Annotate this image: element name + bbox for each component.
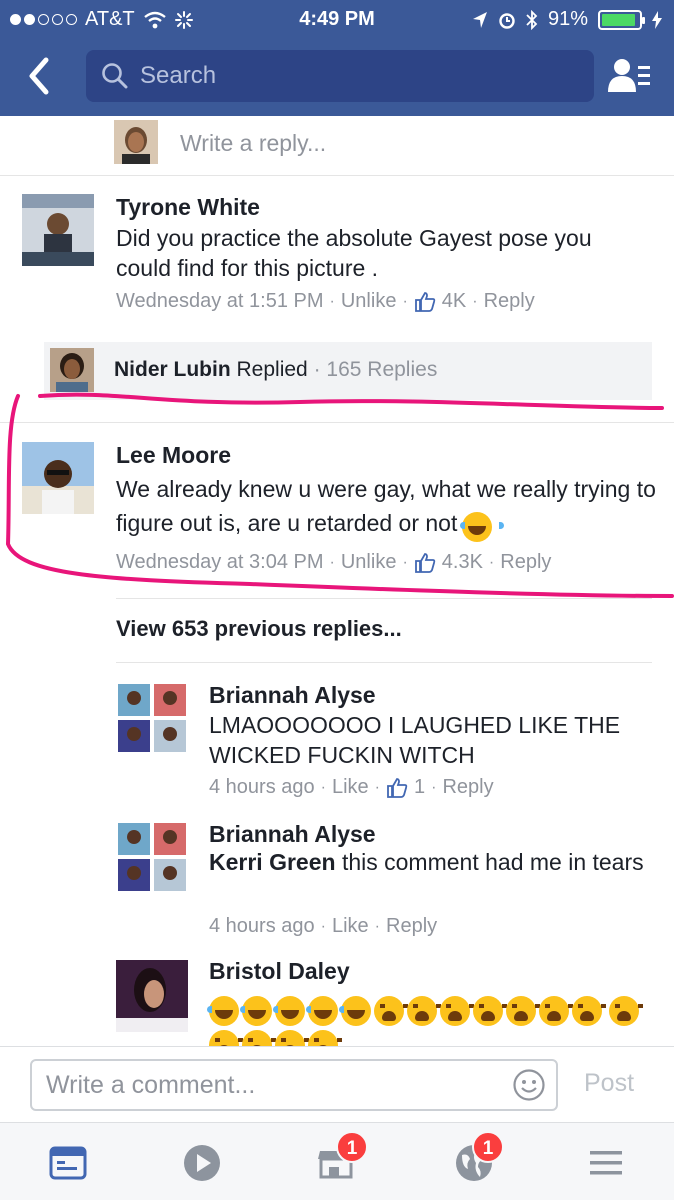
search-bar[interactable]: Search bbox=[86, 50, 594, 102]
reply-meta: 4 hours ago · Like · Reply bbox=[209, 915, 438, 938]
comment-input-placeholder: Write a comment... bbox=[46, 1071, 256, 1099]
reply-time[interactable]: 4 hours ago bbox=[209, 776, 315, 799]
comment-composer: Write a comment... Post bbox=[0, 1046, 674, 1122]
thumbs-up-icon bbox=[387, 777, 408, 798]
tab-bar: 1 1 bbox=[0, 1122, 674, 1200]
battery-icon bbox=[598, 9, 645, 30]
notifications-badge: 1 bbox=[472, 1131, 504, 1163]
app-root: AT&T 4:49 PM 91% Search Write a reply...… bbox=[0, 0, 674, 1200]
reply-button[interactable]: Reply bbox=[386, 915, 437, 938]
tab-menu[interactable] bbox=[584, 1141, 628, 1185]
emoji-row bbox=[207, 994, 649, 1046]
comment: Tyrone White Did you practice the absolu… bbox=[0, 176, 674, 336]
reply: Briannah Alyse Kerri Green this comment … bbox=[0, 815, 674, 945]
tab-marketplace[interactable]: 1 bbox=[314, 1131, 368, 1185]
divider bbox=[116, 598, 652, 599]
marketplace-badge: 1 bbox=[336, 1131, 368, 1163]
friend-requests-icon bbox=[608, 59, 650, 92]
thumbs-up-icon bbox=[414, 291, 435, 312]
tears-of-joy-icon bbox=[240, 995, 284, 1026]
comment-meta: Wednesday at 1:51 PM · Unlike · 4K · Rep… bbox=[116, 290, 535, 313]
tagged-user-link[interactable]: Kerri Green bbox=[209, 849, 336, 875]
weary-face-icon bbox=[572, 995, 606, 1026]
play-icon bbox=[184, 1145, 220, 1181]
reply-author[interactable]: Bristol Daley bbox=[209, 958, 350, 985]
tears-of-joy-icon bbox=[306, 995, 350, 1026]
weary-face-icon bbox=[308, 1029, 342, 1046]
write-reply-row[interactable]: Write a reply... bbox=[0, 116, 674, 176]
bluetooth-icon bbox=[526, 9, 538, 30]
search-placeholder: Search bbox=[140, 62, 217, 89]
avatar[interactable] bbox=[22, 194, 94, 266]
battery-percent: 91% bbox=[547, 8, 588, 30]
unlike-button[interactable]: Unlike bbox=[341, 290, 397, 313]
hamburger-menu-icon bbox=[590, 1151, 622, 1175]
weary-face-icon bbox=[242, 1029, 276, 1046]
weary-face-icon bbox=[209, 1029, 243, 1046]
friend-requests-button[interactable] bbox=[606, 56, 654, 96]
tab-news-feed[interactable] bbox=[46, 1141, 90, 1185]
reply-button[interactable]: Reply bbox=[442, 776, 493, 799]
comment-text: Did you practice the absolute Gayest pos… bbox=[116, 225, 592, 281]
write-reply-placeholder: Write a reply... bbox=[180, 130, 327, 156]
tab-video[interactable] bbox=[180, 1141, 224, 1185]
weary-face-icon bbox=[440, 995, 474, 1026]
weary-face-icon bbox=[275, 1029, 309, 1046]
charging-bolt-icon bbox=[652, 10, 662, 29]
reply-text: LMAOOOOOOO I LAUGHED LIKE THE WICKED FUC… bbox=[209, 712, 621, 768]
search-icon bbox=[102, 63, 128, 89]
replier-name: Nider Lubin bbox=[114, 358, 231, 381]
sticker-smiley-icon[interactable] bbox=[512, 1068, 546, 1102]
back-button[interactable] bbox=[22, 54, 58, 98]
view-previous-replies-link[interactable]: View 653 previous replies... bbox=[116, 616, 402, 642]
reply-author[interactable]: Briannah Alyse bbox=[209, 682, 376, 709]
header: AT&T 4:49 PM 91% Search bbox=[0, 0, 674, 116]
avatar[interactable] bbox=[116, 682, 188, 754]
reply-text: this comment had me in tears bbox=[341, 849, 644, 875]
like-button[interactable]: Like bbox=[332, 915, 369, 938]
like-count[interactable]: 1 bbox=[414, 776, 425, 799]
tears-of-joy-icon bbox=[273, 995, 317, 1026]
divider bbox=[116, 662, 652, 663]
reply-meta: 4 hours ago · Like · 1 · Reply bbox=[209, 776, 494, 799]
location-arrow-icon bbox=[472, 11, 487, 28]
avatar bbox=[114, 120, 158, 164]
reply: Bristol Daley bbox=[0, 954, 674, 1046]
avatar[interactable] bbox=[116, 821, 188, 893]
alarm-icon bbox=[499, 12, 515, 29]
comment-time[interactable]: Wednesday at 1:51 PM bbox=[116, 290, 324, 313]
weary-face-icon bbox=[407, 995, 441, 1026]
news-feed-icon bbox=[49, 1146, 87, 1180]
replied-label: Replied bbox=[236, 358, 308, 381]
tab-notifications[interactable]: 1 bbox=[452, 1131, 504, 1185]
like-count[interactable]: 4K bbox=[442, 290, 466, 313]
weary-face-icon bbox=[374, 995, 408, 1026]
avatar[interactable] bbox=[116, 960, 188, 1032]
weary-face-icon bbox=[473, 995, 507, 1026]
reply: Briannah Alyse LMAOOOOOOO I LAUGHED LIKE… bbox=[0, 676, 674, 806]
reply-button[interactable]: Reply bbox=[484, 290, 535, 313]
post-button[interactable]: Post bbox=[584, 1069, 634, 1098]
reply-author[interactable]: Briannah Alyse bbox=[209, 821, 376, 848]
weary-face-icon bbox=[539, 995, 573, 1026]
like-button[interactable]: Like bbox=[332, 776, 369, 799]
weary-face-icon bbox=[506, 995, 540, 1026]
chevron-left-icon bbox=[29, 57, 49, 95]
reply-time[interactable]: 4 hours ago bbox=[209, 915, 315, 938]
status-bar: AT&T 4:49 PM 91% bbox=[0, 0, 674, 38]
weary-face-icon bbox=[609, 995, 644, 1026]
reply-count: 165 Replies bbox=[326, 358, 438, 381]
comment-input[interactable]: Write a comment... bbox=[30, 1059, 558, 1111]
annotation-circle bbox=[5, 392, 674, 598]
comment-author[interactable]: Tyrone White bbox=[116, 194, 260, 221]
tears-of-joy-icon bbox=[339, 995, 383, 1026]
tears-of-joy-icon bbox=[207, 995, 251, 1026]
